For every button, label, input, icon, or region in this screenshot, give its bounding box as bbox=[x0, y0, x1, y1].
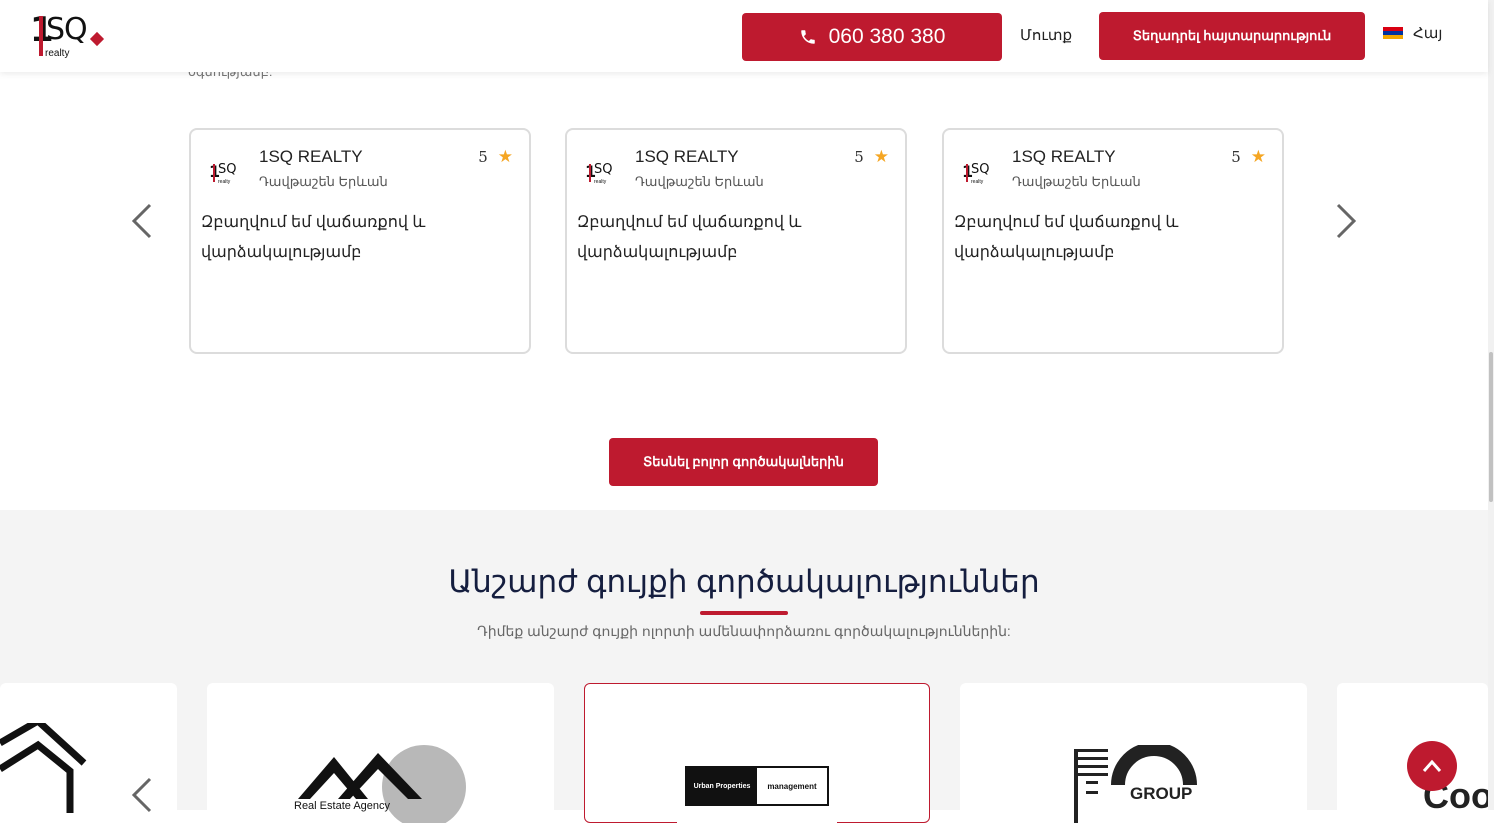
mini-logo-bar bbox=[966, 164, 968, 182]
star-icon: ★ bbox=[1250, 147, 1266, 167]
review-card[interactable]: 1SQrealty 1SQ REALTY Դավթաշեն Երևան 5★ Զ… bbox=[942, 128, 1284, 354]
all-agents-button[interactable]: Տեսնել բոլոր գործակալներին bbox=[609, 438, 878, 486]
agency-mini-logo: 1SQrealty bbox=[585, 160, 619, 186]
review-agency-name: 1SQ REALTY bbox=[259, 147, 363, 166]
mini-logo-letters: SQ bbox=[218, 162, 237, 177]
phone-icon bbox=[800, 30, 815, 44]
review-agency-name: 1SQ REALTY bbox=[1012, 147, 1116, 166]
agency-card[interactable]: Urban Properties management bbox=[584, 683, 930, 824]
group-logo-text: GROUP bbox=[1130, 784, 1192, 803]
scroll-to-top-button[interactable] bbox=[1407, 741, 1457, 791]
rating-value: 5 bbox=[854, 148, 864, 166]
login-link[interactable]: Մուտք bbox=[1020, 26, 1072, 44]
agency-mini-logo: 1SQrealty bbox=[209, 160, 243, 186]
mini-logo-sub: realty bbox=[594, 179, 607, 185]
phone-number: 060 380 380 bbox=[828, 25, 946, 48]
title-underline bbox=[700, 611, 788, 615]
review-agency-name: 1SQ REALTY bbox=[635, 147, 739, 166]
page-scrollbar[interactable] bbox=[1488, 0, 1494, 810]
logo-letters: SQ bbox=[46, 12, 88, 47]
chevron-left-icon bbox=[131, 777, 152, 813]
agencies-title: Անշարժ գույքի գործակալություններ bbox=[448, 564, 1040, 599]
agencies-section: Անշարժ գույքի գործակալություններ Դիմեք ա… bbox=[0, 510, 1488, 824]
review-district: Դավթաշեն Երևան bbox=[259, 174, 388, 189]
mini-logo-bar bbox=[589, 164, 591, 182]
agency-logo-text: Real Estate Agency bbox=[294, 800, 391, 812]
agencies-subtitle: Դիմեք անշարժ գույքի ոլորտի ամենափորձառու… bbox=[477, 623, 1011, 639]
review-text: Զբաղվում եմ վաճառքով և վարձակալությամբ bbox=[201, 214, 426, 261]
review-text: Զբաղվում եմ վաճառքով և վարձակալությամբ bbox=[954, 214, 1179, 261]
logo-bar bbox=[39, 16, 43, 56]
group-logo: GROUP bbox=[1074, 745, 1197, 823]
reviews-next-arrow[interactable] bbox=[1334, 201, 1358, 241]
reviews-prev-arrow[interactable] bbox=[130, 201, 154, 241]
arrow-up-icon bbox=[1422, 759, 1442, 772]
review-text: Զբաղվում եմ վաճառքով և վարձակալությամբ bbox=[577, 214, 802, 261]
review-district: Դավթաշեն Երևան bbox=[635, 174, 764, 189]
site-logo[interactable]: 1 SQ realty bbox=[30, 10, 110, 60]
urban-logo-text2: management bbox=[767, 781, 817, 791]
rating-value: 5 bbox=[1231, 148, 1241, 166]
star-icon: ★ bbox=[873, 147, 889, 167]
chevron-left-icon bbox=[131, 203, 152, 239]
review-card[interactable]: 1SQrealty 1SQ REALTY Դավթաշեն Երևան 5★ Զ… bbox=[565, 128, 907, 354]
review-district: Դավթաշեն Երևան bbox=[1012, 174, 1141, 189]
scrollbar-thumb[interactable] bbox=[1489, 352, 1493, 502]
agency-card[interactable]: Real Estate Agency bbox=[207, 683, 554, 823]
house-logo bbox=[0, 723, 87, 813]
language-selector[interactable]: Հայ bbox=[1383, 24, 1442, 42]
language-label: Հայ bbox=[1413, 25, 1443, 42]
real-estate-agency-logo: Real Estate Agency bbox=[294, 739, 466, 823]
review-rating: 5 ★ bbox=[854, 147, 889, 167]
review-rating: 5 ★ bbox=[1231, 147, 1266, 167]
mini-logo-letters: SQ bbox=[971, 162, 990, 177]
agencies-prev-arrow[interactable] bbox=[130, 775, 154, 815]
urban-logo-text: Urban Properties bbox=[687, 768, 757, 804]
logo-sub: realty bbox=[45, 48, 70, 59]
star-icon: ★ bbox=[497, 147, 513, 167]
site-header: 1 SQ realty 060 380 380 Մուտք Տեղադրել հ… bbox=[0, 0, 1488, 72]
rating-value: 5 bbox=[478, 148, 488, 166]
review-card[interactable]: 1SQrealty 1SQ REALTY Դավթաշեն Երևան 5★ Զ… bbox=[189, 128, 531, 354]
post-ad-button[interactable]: Տեղադրել հայտարարություն bbox=[1099, 12, 1365, 60]
review-rating: 5 ★ bbox=[478, 147, 513, 167]
chevron-right-icon bbox=[1336, 203, 1357, 239]
mini-logo-letters: SQ bbox=[594, 162, 613, 177]
agency-card[interactable]: GROUP bbox=[960, 683, 1307, 823]
mini-logo-sub: realty bbox=[218, 179, 231, 185]
agency-mini-logo: 1SQrealty bbox=[962, 160, 996, 186]
phone-button[interactable]: 060 380 380 bbox=[742, 13, 1002, 61]
mini-logo-bar bbox=[213, 164, 215, 182]
logo-accent bbox=[89, 31, 105, 47]
mini-logo-sub: realty bbox=[971, 179, 984, 185]
urban-properties-logo: Urban Properties management bbox=[677, 714, 837, 824]
armenian-flag-icon bbox=[1383, 26, 1403, 40]
